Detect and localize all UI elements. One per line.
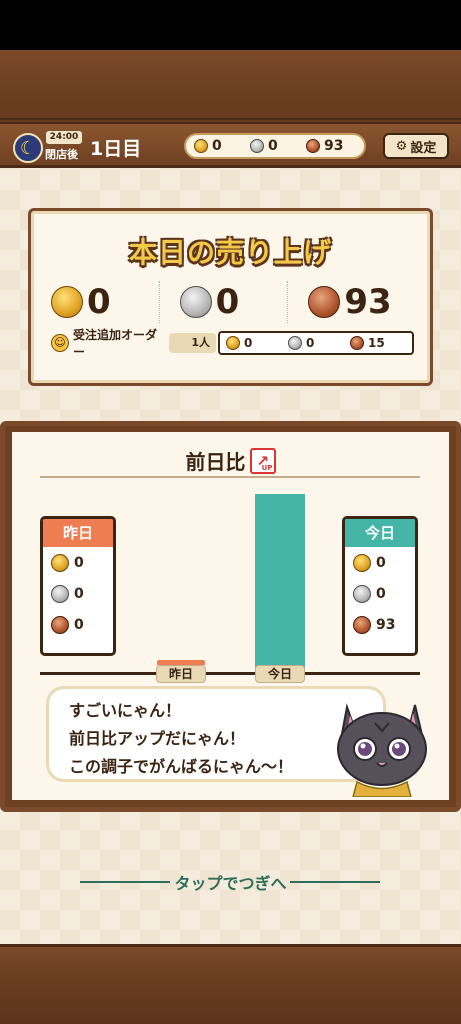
coin-balance: 0 0 93: [184, 133, 366, 159]
time-label: 24:00: [46, 131, 82, 144]
sales-gold: 0: [51, 281, 159, 323]
cat-mascot: [337, 703, 427, 797]
yesterday-gold-value: 0: [74, 554, 84, 571]
daily-sales-panel: 本日の売り上げ 0 0 93 ☺ 受注追加オーダー 1人 0 0 15: [28, 208, 433, 386]
gold-balance-value: 0: [212, 138, 222, 154]
sales-title: 本日の売り上げ: [128, 236, 332, 269]
gold-coin-icon: [194, 139, 208, 153]
title-divider: [40, 476, 420, 478]
extra-order-count: 1人: [168, 333, 216, 353]
gear-icon: ⚙: [395, 138, 408, 154]
extra-gold: 0: [226, 336, 288, 350]
gold-coin-icon: [353, 553, 371, 572]
smile-icon: ☺: [51, 334, 69, 352]
gold-coin-icon: [51, 553, 69, 572]
bronze-coin-icon: [51, 615, 69, 634]
extra-gold-value: 0: [244, 336, 253, 350]
up-arrow-icon: ↗ UP: [249, 447, 276, 474]
extra-order-label: 受注追加オーダー: [72, 328, 157, 359]
tap-line-right: [290, 881, 380, 883]
extra-bronze-value: 15: [368, 336, 385, 350]
yesterday-silver: 0: [43, 578, 113, 609]
yesterday-bronze-value: 0: [74, 616, 84, 633]
silver-coin-icon: [51, 584, 69, 603]
silver-coin-icon: [179, 286, 212, 318]
day-counter: 1日目: [90, 138, 142, 160]
comparison-title: 前日比: [185, 450, 246, 474]
chart-baseline: [40, 672, 420, 675]
extra-bronze: 15: [350, 336, 412, 350]
today-silver: 0: [345, 578, 415, 609]
gold-balance: 0: [194, 138, 250, 154]
silver-balance-value: 0: [268, 138, 278, 154]
extra-order-label-group: ☺ 受注追加オーダー: [51, 326, 169, 360]
today-bronze: 93: [345, 609, 415, 640]
tap-to-continue[interactable]: タップでつぎへ: [0, 870, 461, 894]
sales-bronze: 93: [287, 281, 416, 323]
yesterday-card-label: 昨日: [43, 519, 113, 547]
wood-footer-panel: [0, 944, 461, 1024]
x-label-yesterday: 昨日: [156, 660, 206, 683]
gold-coin-icon: [226, 336, 240, 350]
bronze-coin-icon: [353, 615, 371, 634]
today-silver-value: 0: [376, 585, 386, 602]
bronze-balance-value: 93: [324, 138, 344, 154]
yesterday-silver-value: 0: [74, 585, 84, 602]
bronze-coin-icon: [306, 139, 320, 153]
x-label-today: 今日: [255, 665, 305, 683]
silver-coin-icon: [250, 139, 264, 153]
sales-totals: 0 0 93: [51, 281, 416, 323]
gold-coin-icon: [51, 286, 83, 318]
moon-icon: ☾: [13, 133, 43, 163]
extra-order-values: 0 0 15: [218, 331, 414, 355]
settings-button[interactable]: ⚙ 設定: [383, 133, 449, 159]
extra-silver: 0: [288, 336, 350, 350]
today-bronze-value: 93: [376, 616, 396, 633]
today-card-label: 今日: [345, 519, 415, 547]
today-gold-value: 0: [376, 554, 386, 571]
today-gold: 0: [345, 547, 415, 578]
yesterday-gold: 0: [43, 547, 113, 578]
bronze-coin-icon: [308, 286, 341, 318]
bronze-coin-icon: [350, 336, 364, 350]
sales-silver: 0: [158, 281, 288, 323]
sales-bronze-value: 93: [344, 282, 392, 322]
bar-today: [255, 494, 305, 673]
silver-coin-icon: [288, 336, 302, 350]
today-card: 今日 0 0 93: [342, 516, 418, 656]
comparison-panel: 前日比 ↗ UP 昨日 0 0 0 今日 0 0 93 昨日 今日 すごいにゃん！…: [12, 432, 449, 800]
silver-balance: 0: [250, 138, 306, 154]
yesterday-bronze: 0: [43, 609, 113, 640]
silver-coin-icon: [353, 584, 371, 603]
shop-status-label: 閉店後: [45, 148, 78, 161]
sales-gold-value: 0: [87, 282, 111, 322]
comparison-title-group: 前日比 ↗ UP: [12, 446, 449, 475]
yesterday-card: 昨日 0 0 0: [40, 516, 116, 656]
settings-label: 設定: [410, 140, 437, 156]
sales-silver-value: 0: [215, 282, 240, 322]
extra-silver-value: 0: [306, 336, 315, 350]
extra-order-row: ☺ 受注追加オーダー 1人 0 0 15: [51, 328, 414, 359]
bronze-balance: 93: [306, 138, 362, 154]
status-bar: ☾ 24:00 閉店後 1日目 0 0 93 ⚙ 設定: [0, 122, 461, 168]
